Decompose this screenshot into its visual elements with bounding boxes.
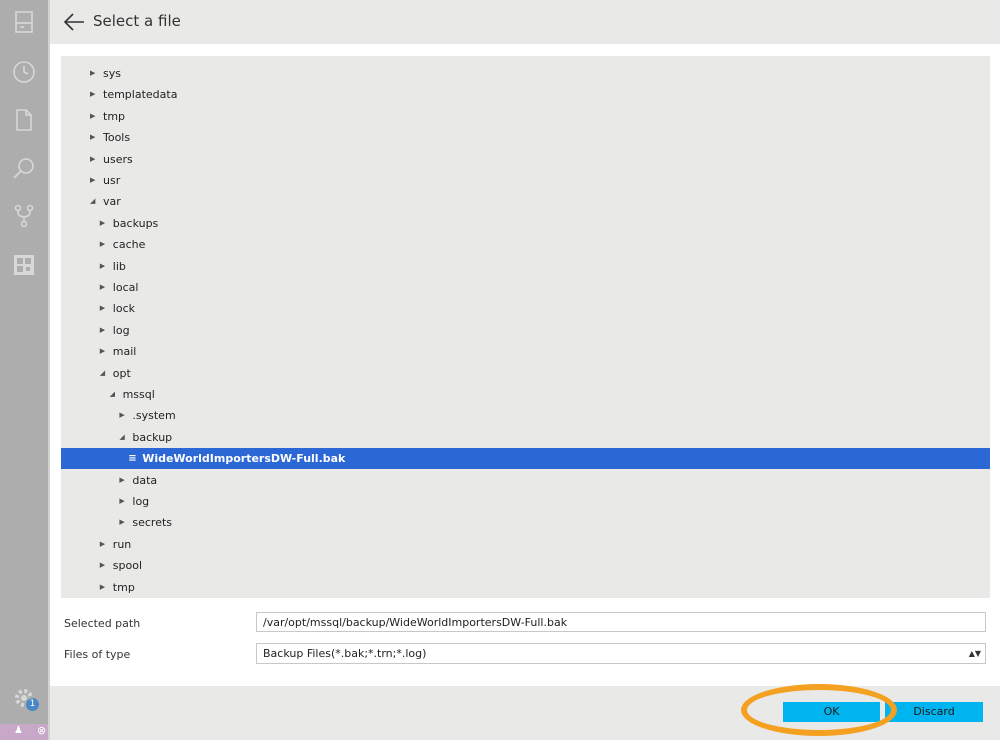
tree-folder-item[interactable]: ▶ Tools <box>61 127 990 148</box>
caret-collapsed-icon[interactable]: ▶ <box>100 341 110 362</box>
caret-collapsed-icon[interactable]: ▶ <box>119 512 129 533</box>
tree-folder-item[interactable]: ▶ local <box>61 277 990 298</box>
file-lines-icon: ≡ <box>128 453 137 465</box>
caret-collapsed-icon[interactable]: ▶ <box>100 555 110 576</box>
caret-expanded-icon[interactable]: ◢ <box>90 191 100 212</box>
file-tree[interactable]: ▶ sys ▶ templatedata ▶ tmp ▶ Tools ▶ users ▶ usr ◢ va… <box>61 56 990 598</box>
tree-item-label: usr <box>103 174 121 187</box>
caret-collapsed-icon[interactable]: ▶ <box>100 256 110 277</box>
tree-folder-item[interactable]: ◢ mssql <box>61 384 990 405</box>
page-title: Select a file <box>93 12 181 30</box>
caret-expanded-icon[interactable]: ◢ <box>110 384 120 405</box>
caret-collapsed-icon[interactable]: ▶ <box>100 213 110 234</box>
notification-badge: 1 <box>26 698 39 711</box>
tree-folder-item[interactable]: ▶ log <box>61 320 990 341</box>
caret-collapsed-icon[interactable]: ▶ <box>90 106 100 127</box>
tree-item-label: backups <box>112 216 159 230</box>
close-icon[interactable]: ⊗ <box>37 724 46 737</box>
select-arrows-icon: ▲▼ <box>968 649 981 658</box>
file-icon[interactable] <box>12 108 36 132</box>
tree-item-label: local <box>112 281 139 294</box>
caret-collapsed-icon[interactable]: ▶ <box>100 577 110 598</box>
caret-expanded-icon[interactable]: ◢ <box>100 363 110 384</box>
caret-collapsed-icon[interactable]: ▶ <box>100 234 110 255</box>
tree-folder-item[interactable]: ▶ users <box>61 149 990 170</box>
tree-folder-item[interactable]: ▶ log <box>61 491 990 512</box>
files-of-type-label: Files of type <box>64 648 131 661</box>
tree-item-label: opt <box>112 366 131 380</box>
caret-collapsed-icon[interactable]: ▶ <box>100 277 110 298</box>
caret-expanded-icon[interactable]: ◢ <box>119 427 129 448</box>
tree-item-label: WideWorldImportersDW-Full.bak <box>142 452 346 466</box>
search-icon[interactable] <box>12 156 36 180</box>
tree-folder-item[interactable]: ▶ cache <box>61 234 990 255</box>
tree-folder-item[interactable]: ▶ secrets <box>61 512 990 533</box>
extensions-icon[interactable] <box>12 253 36 277</box>
caret-collapsed-icon[interactable]: ▶ <box>100 298 110 319</box>
tree-item-label: users <box>103 152 133 166</box>
caret-collapsed-icon[interactable]: ▶ <box>119 491 129 512</box>
back-arrow-icon[interactable] <box>62 10 86 34</box>
tree-item-label: cache <box>112 238 146 252</box>
caret-collapsed-icon[interactable]: ▶ <box>100 534 110 555</box>
tree-item-label: sys <box>103 67 121 80</box>
caret-collapsed-icon[interactable]: ▶ <box>90 84 100 105</box>
caret-collapsed-icon[interactable]: ▶ <box>90 170 100 191</box>
tree-file-item[interactable]: ≡ WideWorldImportersDW-Full.bak <box>61 448 990 470</box>
caret-collapsed-icon[interactable]: ▶ <box>90 127 100 148</box>
tree-item-label: run <box>112 537 132 551</box>
tree-item-label: secrets <box>132 516 173 530</box>
tree-item-label: backup <box>132 430 173 444</box>
tree-folder-item[interactable]: ▶ lib <box>61 256 990 277</box>
tree-item-label: log <box>132 495 150 508</box>
discard-button[interactable]: Discard <box>885 702 983 722</box>
tree-item-label: var <box>103 195 121 209</box>
tree-folder-item[interactable]: ▶ spool <box>61 555 990 576</box>
tree-item-label: log <box>112 323 130 337</box>
person-icon[interactable]: ♟ <box>14 725 23 736</box>
caret-collapsed-icon[interactable]: ▶ <box>90 63 100 84</box>
caret-collapsed-icon[interactable]: ▶ <box>119 470 129 491</box>
selected-path-input[interactable] <box>256 612 986 632</box>
tree-folder-item[interactable]: ▶ run <box>61 534 990 555</box>
tree-folder-item[interactable]: ◢ backup <box>61 427 990 448</box>
tree-folder-item[interactable]: ▶ templatedata <box>61 84 990 105</box>
tree-item-label: data <box>132 473 158 487</box>
tree-folder-item[interactable]: ▶ mail <box>61 341 990 362</box>
tree-item-label: mail <box>112 345 137 359</box>
tree-folder-item[interactable]: ▶ usr <box>61 170 990 191</box>
tree-item-label: mssql <box>122 388 155 401</box>
tree-item-label: lib <box>112 259 126 273</box>
activity-bar: 1 <box>0 0 48 740</box>
tree-item-label: Tools <box>103 131 131 145</box>
history-icon[interactable] <box>12 60 36 84</box>
caret-collapsed-icon[interactable]: ▶ <box>100 320 110 341</box>
tree-item-label: tmp <box>112 580 135 594</box>
caret-collapsed-icon[interactable]: ▶ <box>90 149 100 170</box>
tree-folder-item[interactable]: ▶ .system <box>61 405 990 426</box>
tree-item-label: templatedata <box>103 88 178 102</box>
tree-folder-item[interactable]: ▶ tmp <box>61 106 990 127</box>
dialog-header: Select a file <box>50 0 1000 44</box>
tree-folder-item[interactable]: ◢ var <box>61 191 990 212</box>
tree-folder-item[interactable]: ▶ data <box>61 470 990 491</box>
files-of-type-select[interactable]: Backup Files(*.bak;*.trn;*.log) ▲▼ <box>256 643 986 664</box>
tree-item-label: lock <box>112 302 136 316</box>
server-icon[interactable] <box>12 10 36 34</box>
source-control-icon[interactable] <box>12 204 36 228</box>
caret-collapsed-icon[interactable]: ▶ <box>119 405 129 426</box>
tree-item-label: tmp <box>103 109 126 123</box>
files-of-type-value: Backup Files(*.bak;*.trn;*.log) <box>263 647 427 660</box>
ok-button[interactable]: OK <box>783 702 880 722</box>
status-bar: ♟ ⊗ <box>0 724 48 740</box>
selected-path-label: Selected path <box>64 617 141 630</box>
tree-folder-item[interactable]: ▶ lock <box>61 298 990 319</box>
tree-item-label: .system <box>132 409 176 423</box>
tree-folder-item[interactable]: ▶ sys <box>61 63 990 84</box>
tree-folder-item[interactable]: ▶ tmp <box>61 577 990 598</box>
tree-folder-item[interactable]: ▶ backups <box>61 213 990 234</box>
tree-folder-item[interactable]: ◢ opt <box>61 363 990 384</box>
tree-item-label: spool <box>112 559 143 573</box>
